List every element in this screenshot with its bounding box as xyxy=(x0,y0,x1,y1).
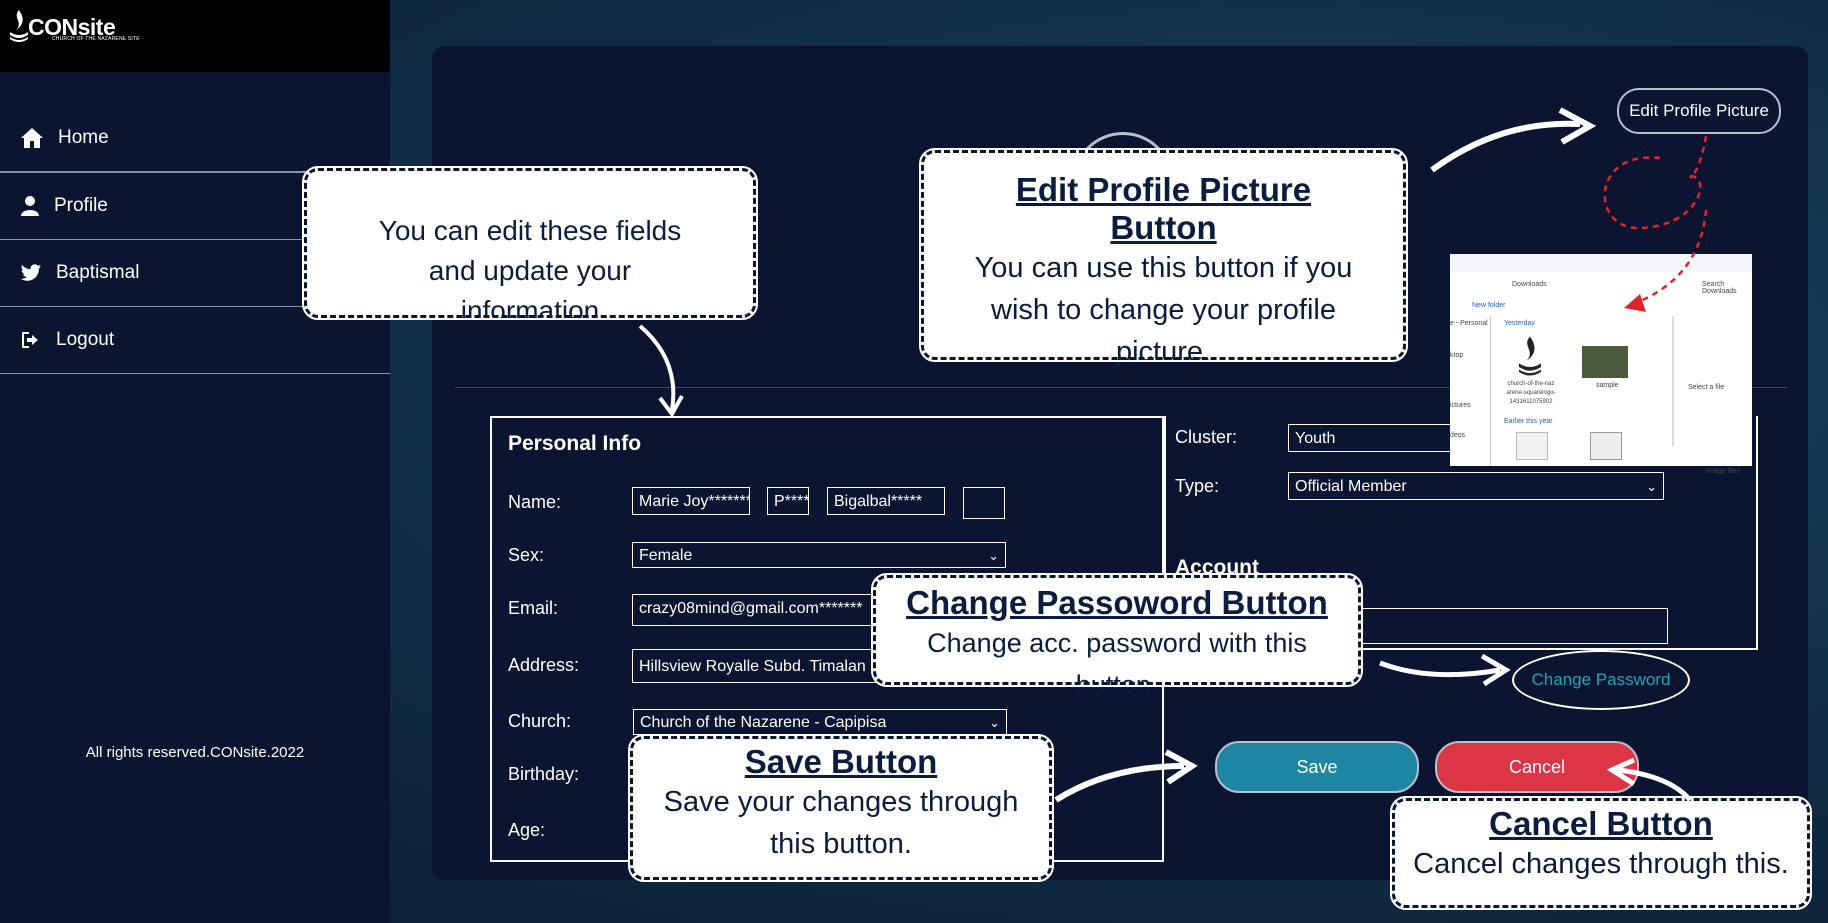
nav-label-baptismal: Baptismal xyxy=(56,262,140,283)
fields-callout: You can edit these fields and update you… xyxy=(302,166,758,326)
account-field[interactable] xyxy=(1340,608,1668,644)
middle-name-input[interactable]: P**** xyxy=(767,487,809,515)
nav-label-profile: Profile xyxy=(54,195,108,216)
cancel-button[interactable]: Cancel xyxy=(1435,741,1639,793)
brand-tagline: CHURCH OF THE NAZARENE SITE xyxy=(52,36,140,42)
twitter-icon xyxy=(20,264,41,281)
birthday-label: Birthday: xyxy=(508,764,580,784)
cluster-select[interactable]: Youth xyxy=(1288,424,1468,452)
type-select[interactable]: Official Member ⌄ xyxy=(1288,472,1664,500)
nav-label-logout: Logout xyxy=(56,329,115,350)
file-name-2: sample xyxy=(1596,382,1619,389)
change-password-callout-title: Change Passoword Button xyxy=(906,584,1328,621)
logout-icon xyxy=(22,332,38,348)
dialog-preview-hint: Select a file xyxy=(1688,384,1725,391)
cancel-callout: Cancel Button Cancel changes through thi… xyxy=(1390,796,1812,910)
chevron-down-icon: ⌄ xyxy=(989,715,1000,730)
edit-picture-callout-body: You can use this button if you wish to c… xyxy=(974,252,1353,368)
nav-label-home: Home xyxy=(58,127,109,148)
middle-name-mask: **** xyxy=(784,493,809,510)
dialog-address-bar xyxy=(1450,254,1752,272)
dialog-side-videos: deos xyxy=(1450,432,1466,439)
user-icon xyxy=(21,196,39,216)
file-dialog-preview: Downloads Search Downloads New folder e … xyxy=(1450,254,1752,475)
dialog-splitter xyxy=(1490,316,1491,466)
first-name-mask: ******* xyxy=(708,493,750,510)
save-callout: Save Button Save your changes through th… xyxy=(628,734,1054,882)
dialog-side-pictures: ictures xyxy=(1450,402,1471,409)
save-button[interactable]: Save xyxy=(1215,741,1419,793)
footer-copyright: All rights reserved.CONsite.2022 xyxy=(85,744,305,761)
dialog-side-personal: e - Personal xyxy=(1450,320,1488,327)
church-logo-icon xyxy=(10,10,28,42)
dialog-new-folder: New folder xyxy=(1472,302,1506,309)
fields-callout-text: You can edit these fields and update you… xyxy=(378,215,682,326)
dialog-image-files: Image files xyxy=(1706,468,1740,475)
dialog-search: Search Downloads xyxy=(1702,281,1737,295)
sex-select[interactable]: Female ⌄ xyxy=(632,542,1006,568)
chevron-down-icon: ⌄ xyxy=(988,548,999,563)
sex-value: Female xyxy=(639,547,693,564)
edit-picture-callout-title: Edit Profile Picture Button xyxy=(1015,171,1312,246)
email-mask: ******* xyxy=(818,600,863,617)
email-value: crazy08mind@gmail.com xyxy=(639,600,819,617)
dialog-path: Downloads xyxy=(1512,281,1547,288)
edit-picture-callout: Edit Profile Picture Button You can use … xyxy=(919,148,1408,368)
file-thumbnail-photo xyxy=(1582,346,1628,378)
file-thumbnail-document-2 xyxy=(1516,432,1548,460)
first-name-value: Marie Joy xyxy=(639,493,709,510)
save-callout-body: Save your changes through this button. xyxy=(663,786,1019,860)
address-label: Address: xyxy=(508,655,580,675)
personal-info-title: Personal Info xyxy=(508,432,642,455)
save-callout-title: Save Button xyxy=(744,743,938,780)
church-label: Church: xyxy=(508,711,572,731)
change-password-callout-body: Change acc. password with this button. xyxy=(927,628,1307,700)
church-value: Church of the Nazarene - Capipisa xyxy=(640,714,887,731)
change-password-callout: Change Passoword Button Change acc. pass… xyxy=(871,573,1363,700)
home-icon xyxy=(21,128,43,148)
file-thumbnail-logo xyxy=(1519,336,1541,376)
age-label: Age: xyxy=(508,820,546,840)
cluster-label: Cluster: xyxy=(1175,427,1238,447)
sex-label: Sex: xyxy=(508,545,545,565)
file-thumbnail-document xyxy=(1590,432,1622,460)
church-select[interactable]: Church of the Nazarene - Capipisa ⌄ xyxy=(633,709,1007,735)
file-name-1: church-of-the-nazarene-squarelogo-143161… xyxy=(1506,381,1556,405)
dialog-group-yesterday: Yesterday xyxy=(1504,320,1535,327)
last-name-value: Bigalbal xyxy=(834,493,891,510)
last-name-mask: ***** xyxy=(890,493,923,510)
address-input[interactable]: Hillsview Royalle Subd. Timalan xyxy=(632,649,892,683)
change-password-button[interactable]: Change Password xyxy=(1512,650,1690,710)
cancel-callout-title: Cancel Button xyxy=(1489,805,1713,842)
dialog-side-desktop: ktop xyxy=(1450,352,1464,359)
dialog-scrollbar xyxy=(1672,316,1674,446)
type-value: Official Member xyxy=(1295,478,1407,495)
edit-profile-picture-button[interactable]: Edit Profile Picture xyxy=(1617,88,1781,134)
email-label: Email: xyxy=(508,598,559,618)
middle-name-value: P xyxy=(774,493,785,510)
nav-item-home[interactable]: Home xyxy=(0,105,390,172)
type-label: Type: xyxy=(1175,476,1220,496)
last-name-input[interactable]: Bigalbal***** xyxy=(827,487,945,515)
cancel-callout-body: Cancel changes through this. xyxy=(1413,848,1789,880)
suffix-input[interactable] xyxy=(963,487,1005,519)
name-label: Name: xyxy=(508,492,562,512)
dialog-group-earlier: Earlier this year xyxy=(1504,418,1553,425)
chevron-down-icon: ⌄ xyxy=(1646,479,1657,494)
email-input[interactable]: crazy08mind@gmail.com******* xyxy=(632,594,882,626)
first-name-input[interactable]: Marie Joy******* xyxy=(632,487,750,515)
